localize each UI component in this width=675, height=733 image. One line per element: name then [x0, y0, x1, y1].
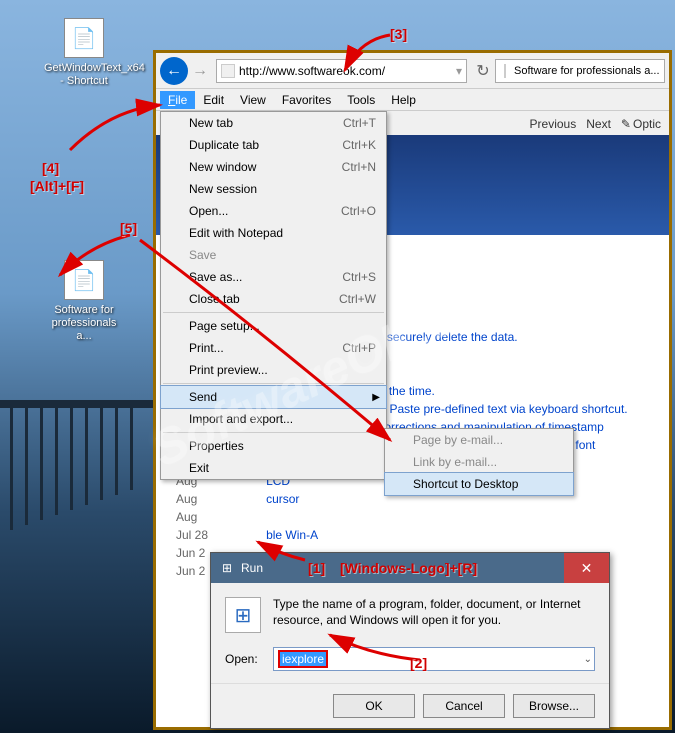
refresh-button[interactable]: ↻ — [473, 61, 493, 81]
list-link[interactable] — [266, 508, 628, 526]
tab-title: Software for professionals a... — [514, 65, 660, 77]
send-submenu: Page by e-mail... Link by e-mail... Shor… — [384, 428, 574, 496]
url-text: http://www.softwareok.com/ — [239, 64, 385, 78]
run-cancel-button[interactable]: Cancel — [423, 694, 505, 718]
run-titlebar[interactable]: ⊞ Run ✕ — [211, 553, 609, 583]
desktop-shortcut-2[interactable]: 📄 Software for professionals a... — [44, 260, 124, 344]
menu-edit-notepad[interactable]: Edit with Notepad — [161, 222, 386, 244]
menu-send[interactable]: Send▶ — [160, 385, 387, 409]
menu-save: Save — [161, 244, 386, 266]
menu-duplicate-tab[interactable]: Duplicate tabCtrl+K — [161, 134, 386, 156]
desktop-shortcut-1[interactable]: 📄 GetWindowText_x64 - Shortcut — [44, 18, 124, 88]
run-input-value: iexplore — [278, 650, 328, 668]
run-browse-button[interactable]: Browse... — [513, 694, 595, 718]
menu-import-export[interactable]: Import and export... — [161, 408, 386, 430]
menu-favorites[interactable]: Favorites — [274, 91, 339, 109]
menu-new-tab[interactable]: New tabCtrl+T — [161, 112, 386, 134]
menu-page-setup[interactable]: Page setup... — [161, 315, 386, 337]
file-icon: 📄 — [64, 260, 104, 300]
menu-new-window[interactable]: New windowCtrl+N — [161, 156, 386, 178]
menu-help[interactable]: Help — [383, 91, 424, 109]
run-close-button[interactable]: ✕ — [564, 553, 609, 583]
file-menu-dropdown: New tabCtrl+T Duplicate tabCtrl+K New wi… — [160, 111, 387, 480]
run-description: Type the name of a program, folder, docu… — [273, 597, 595, 633]
list-item: Aug — [176, 508, 628, 526]
list-date: Aug — [176, 490, 266, 508]
run-title-text: Run — [241, 561, 263, 575]
file-icon: 📄 — [64, 18, 104, 58]
run-open-label: Open: — [225, 652, 265, 666]
optic-button[interactable]: ✎ Optic — [621, 117, 661, 131]
menu-save-as[interactable]: Save as...Ctrl+S — [161, 266, 386, 288]
icon-label: Software for professionals a... — [44, 304, 124, 344]
next-button[interactable]: Next — [586, 117, 611, 131]
list-item: Jul 28ble Win-A — [176, 526, 628, 544]
combo-arrow-icon[interactable]: ⌄ — [584, 654, 592, 665]
menu-print[interactable]: Print...Ctrl+P — [161, 337, 386, 359]
submenu-arrow-icon: ▶ — [372, 392, 380, 403]
browser-tab[interactable]: Software for professionals a... ✕ — [495, 59, 665, 83]
list-date: Jul 28 — [176, 526, 266, 544]
menubar: File Edit View Favorites Tools Help — [156, 89, 669, 111]
forward-button[interactable]: → — [190, 61, 210, 81]
menu-close-tab[interactable]: Close tabCtrl+W — [161, 288, 386, 310]
run-dialog: ⊞ Run ✕ ⊞ Type the name of a program, fo… — [210, 552, 610, 729]
prev-button[interactable]: Previous — [530, 117, 577, 131]
site-icon — [221, 64, 235, 78]
menu-properties[interactable]: Properties — [161, 435, 386, 457]
ie-nav-toolbar: ← → http://www.softwareok.com/ ▾ ↻ Softw… — [156, 53, 669, 89]
menu-edit[interactable]: Edit — [195, 91, 232, 109]
icon-label: GetWindowText_x64 - Shortcut — [44, 62, 124, 88]
menu-new-session[interactable]: New session — [161, 178, 386, 200]
back-button[interactable]: ← — [160, 57, 188, 85]
menu-file[interactable]: File — [160, 91, 195, 109]
submenu-shortcut-desktop[interactable]: Shortcut to Desktop — [384, 472, 574, 496]
menu-exit[interactable]: Exit — [161, 457, 386, 479]
run-input-combo[interactable]: iexplore ⌄ — [273, 647, 595, 671]
menu-open[interactable]: Open...Ctrl+O — [161, 200, 386, 222]
list-link[interactable]: ble Win-A — [266, 526, 628, 544]
submenu-page-email: Page by e-mail... — [385, 429, 573, 451]
menu-tools[interactable]: Tools — [339, 91, 383, 109]
submenu-link-email: Link by e-mail... — [385, 451, 573, 473]
menu-print-preview[interactable]: Print preview... — [161, 359, 386, 381]
run-ok-button[interactable]: OK — [333, 694, 415, 718]
menu-view[interactable]: View — [232, 91, 274, 109]
tab-favicon — [504, 64, 506, 78]
address-bar[interactable]: http://www.softwareok.com/ ▾ — [216, 59, 467, 83]
list-date: Aug — [176, 508, 266, 526]
run-window-icon: ⊞ — [219, 560, 235, 576]
run-app-icon: ⊞ — [225, 597, 261, 633]
dropdown-arrow-icon[interactable]: ▾ — [456, 64, 462, 78]
